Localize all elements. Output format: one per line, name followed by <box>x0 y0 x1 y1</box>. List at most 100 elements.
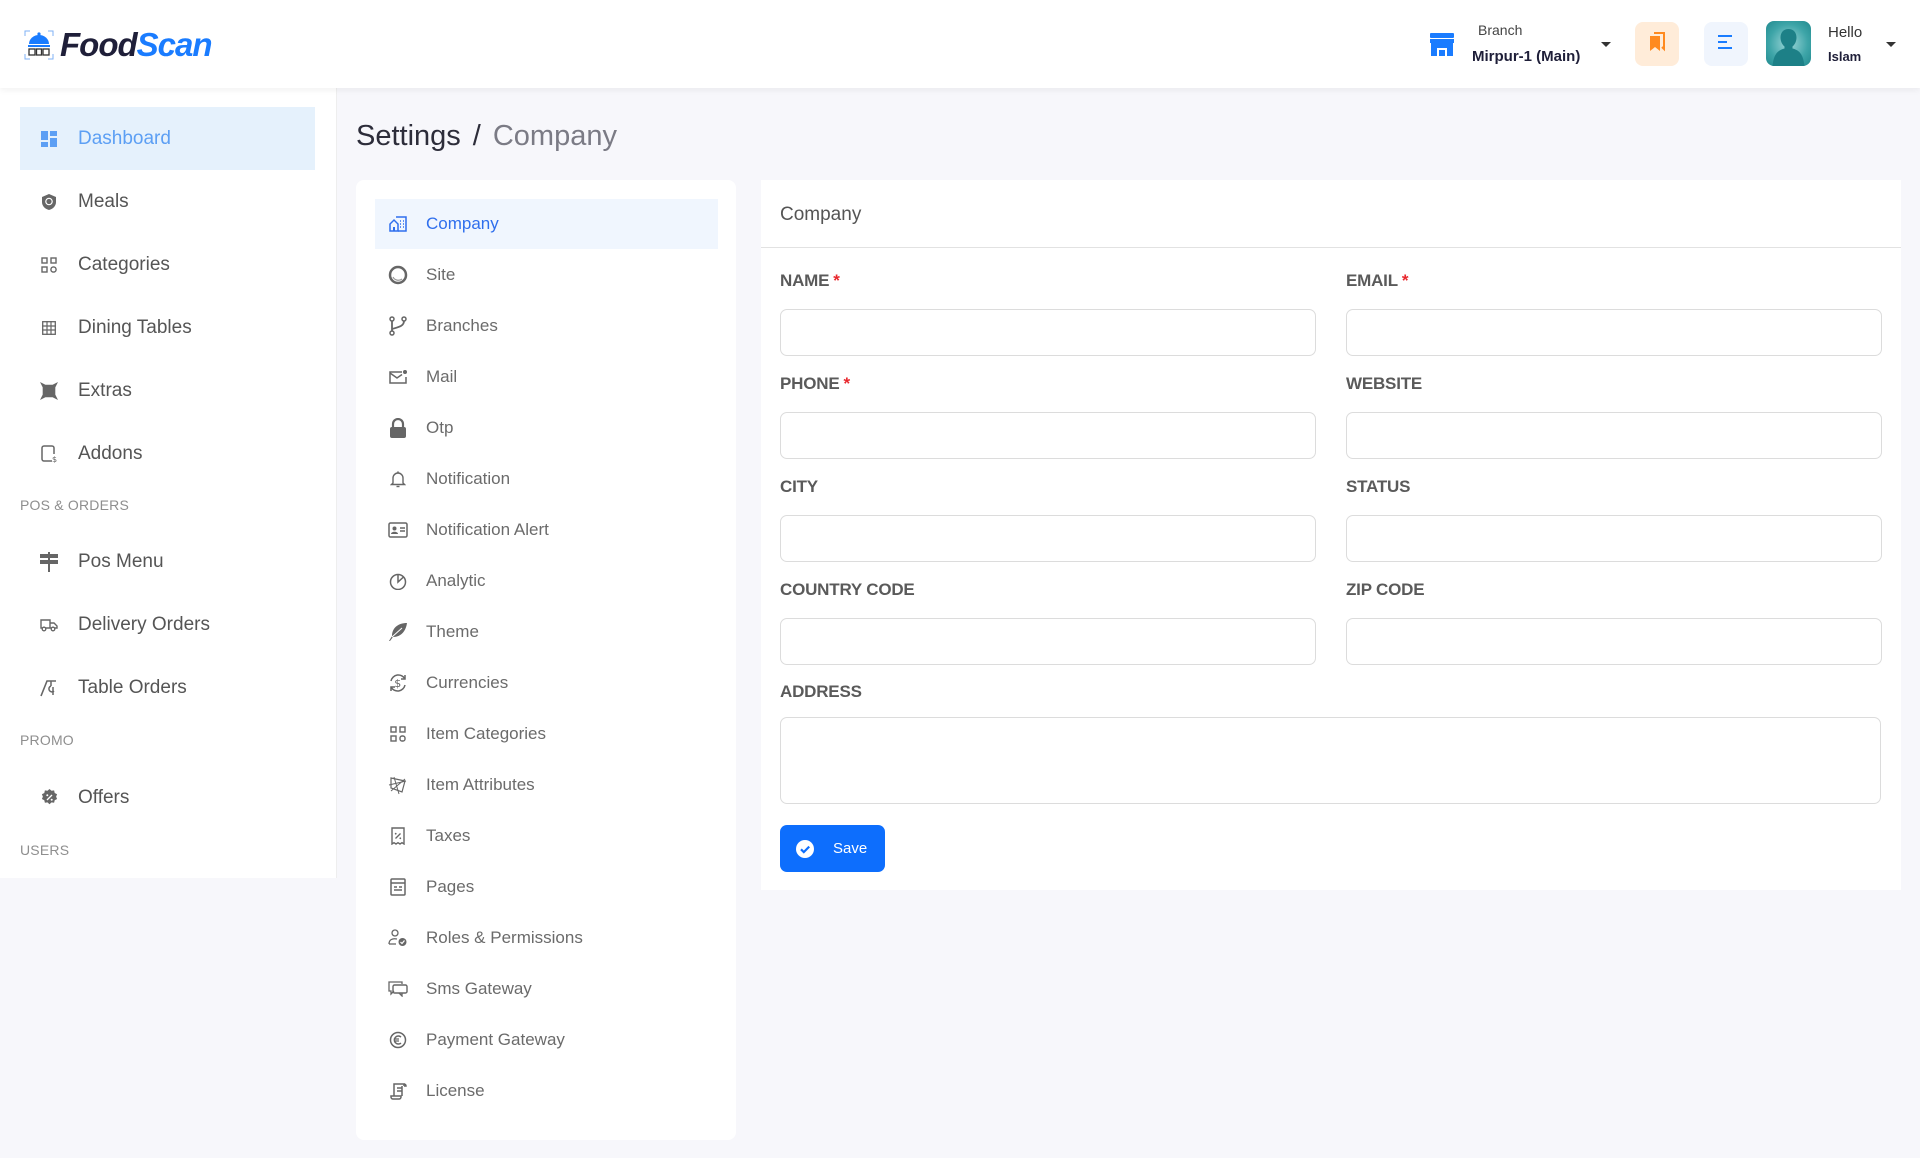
currency-exchange-icon: $ <box>388 673 408 693</box>
mail-icon <box>388 367 408 387</box>
food-scan-logo-icon <box>24 30 54 60</box>
settings-item-theme[interactable]: Theme <box>375 607 718 657</box>
scroll-icon <box>388 1081 408 1101</box>
settings-item-label: Mail <box>426 367 458 386</box>
email-input[interactable] <box>1346 309 1882 356</box>
settings-menu: Company Site Branches Mail Otp Notificat… <box>356 180 736 1140</box>
settings-item-label: Currencies <box>426 673 509 692</box>
settings-item-company[interactable]: Company <box>375 199 718 249</box>
sidebar-item-label: Meals <box>78 190 129 212</box>
sidebar-item-table-orders[interactable]: Table Orders <box>20 656 315 719</box>
phone-label-text: PHONE <box>780 374 840 393</box>
check-circle-icon <box>795 839 815 859</box>
settings-item-otp[interactable]: Otp <box>375 403 718 453</box>
website-input[interactable] <box>1346 412 1882 459</box>
brand-logo[interactable]: FoodScan <box>24 28 213 61</box>
site-globe-icon <box>388 265 408 285</box>
sidebar-item-label: Dashboard <box>78 127 171 149</box>
sidebar-item-delivery-orders[interactable]: Delivery Orders <box>20 593 315 656</box>
branch-label: Branch <box>1478 22 1523 38</box>
delivery-truck-icon <box>40 616 58 634</box>
country-code-input[interactable] <box>780 618 1316 665</box>
pie-chart-icon <box>388 571 408 591</box>
dashboard-icon <box>40 130 58 148</box>
settings-item-notification[interactable]: Notification <box>375 454 718 504</box>
settings-item-taxes[interactable]: Taxes <box>375 811 718 861</box>
euro-icon <box>388 1030 408 1050</box>
sidebar-item-offers[interactable]: Offers <box>20 766 315 829</box>
store-icon <box>1428 30 1456 58</box>
settings-item-site[interactable]: Site <box>375 250 718 300</box>
status-input[interactable] <box>1346 515 1882 562</box>
attributes-icon <box>388 775 408 795</box>
menu-lines-icon <box>1716 34 1736 55</box>
sidebar-item-pos-menu[interactable]: Pos Menu <box>20 530 315 593</box>
phone-input[interactable] <box>780 412 1316 459</box>
sidebar: Dashboard Meals Categories Dining Tables… <box>0 88 337 878</box>
settings-item-roles-permissions[interactable]: Roles & Permissions <box>375 913 718 963</box>
address-textarea[interactable] <box>780 717 1881 804</box>
settings-item-mail[interactable]: Mail <box>375 352 718 402</box>
address-label: ADDRESS <box>780 682 862 701</box>
breadcrumb-settings[interactable]: Settings <box>356 120 461 153</box>
city-label: CITY <box>780 477 818 496</box>
categories-icon <box>40 256 58 274</box>
settings-item-label: Item Categories <box>426 724 546 743</box>
user-dropdown-caret-icon[interactable] <box>1886 42 1896 47</box>
settings-item-payment-gateway[interactable]: Payment Gateway <box>375 1015 718 1065</box>
sidebar-item-meals[interactable]: Meals <box>20 170 315 233</box>
settings-item-label: Analytic <box>426 571 486 590</box>
table-orders-icon <box>40 679 58 697</box>
settings-item-currencies[interactable]: $ Currencies <box>375 658 718 708</box>
city-input[interactable] <box>780 515 1316 562</box>
user-menu[interactable]: Hello Islam <box>1828 24 1862 64</box>
form-title: Company <box>780 204 862 225</box>
sidebar-item-label: Extras <box>78 379 132 401</box>
settings-item-label: Taxes <box>426 826 471 845</box>
settings-item-license[interactable]: License <box>375 1066 718 1116</box>
settings-item-label: Item Attributes <box>426 775 535 794</box>
phone-label: PHONE * <box>780 374 850 394</box>
zip-code-input[interactable] <box>1346 618 1882 665</box>
status-label: STATUS <box>1346 477 1411 496</box>
sidebar-item-label: Delivery Orders <box>78 613 210 635</box>
settings-item-branches[interactable]: Branches <box>375 301 718 351</box>
required-mark: * <box>843 374 850 393</box>
settings-item-label: Notification Alert <box>426 520 549 539</box>
settings-item-label: Pages <box>426 877 475 896</box>
breadcrumb-separator: / <box>472 120 481 152</box>
table-grid-icon <box>40 319 58 337</box>
settings-item-analytic[interactable]: Analytic <box>375 556 718 606</box>
bell-icon <box>388 469 408 489</box>
user-greeting: Hello <box>1828 24 1863 41</box>
sidebar-item-dashboard[interactable]: Dashboard <box>20 107 315 170</box>
sidebar-item-label: Offers <box>78 786 130 808</box>
settings-item-pages[interactable]: Pages <box>375 862 718 912</box>
settings-item-notification-alert[interactable]: Notification Alert <box>375 505 718 555</box>
settings-item-label: Branches <box>426 316 498 335</box>
menu-toggle-button[interactable] <box>1704 22 1748 66</box>
settings-item-label: Otp <box>426 418 454 437</box>
sidebar-item-label: Categories <box>78 253 170 275</box>
extras-icon <box>40 381 58 400</box>
name-input[interactable] <box>780 309 1316 356</box>
settings-item-item-categories[interactable]: Item Categories <box>375 709 718 759</box>
sidebar-item-categories[interactable]: Categories <box>20 233 315 296</box>
lock-icon <box>388 418 408 438</box>
settings-item-label: Site <box>426 265 456 284</box>
user-avatar[interactable] <box>1766 21 1811 66</box>
settings-item-item-attributes[interactable]: Item Attributes <box>375 760 718 810</box>
sidebar-item-dining-tables[interactable]: Dining Tables <box>20 296 315 359</box>
discount-badge-icon <box>40 789 58 807</box>
brand-name: FoodScan <box>60 28 213 61</box>
sidebar-item-extras[interactable]: Extras <box>20 359 315 422</box>
save-button[interactable]: Save <box>780 825 885 872</box>
name-label: NAME * <box>780 271 840 291</box>
website-label: WEBSITE <box>1346 374 1423 393</box>
sidebar-item-addons[interactable]: $ Addons <box>20 422 315 485</box>
orders-button[interactable] <box>1635 22 1679 66</box>
name-label-text: NAME <box>780 271 830 290</box>
settings-item-sms-gateway[interactable]: Sms Gateway <box>375 964 718 1014</box>
branch-dropdown-caret-icon[interactable] <box>1601 42 1611 47</box>
branch-selector[interactable]: Branch Mirpur-1 (Main) <box>1428 22 1580 65</box>
